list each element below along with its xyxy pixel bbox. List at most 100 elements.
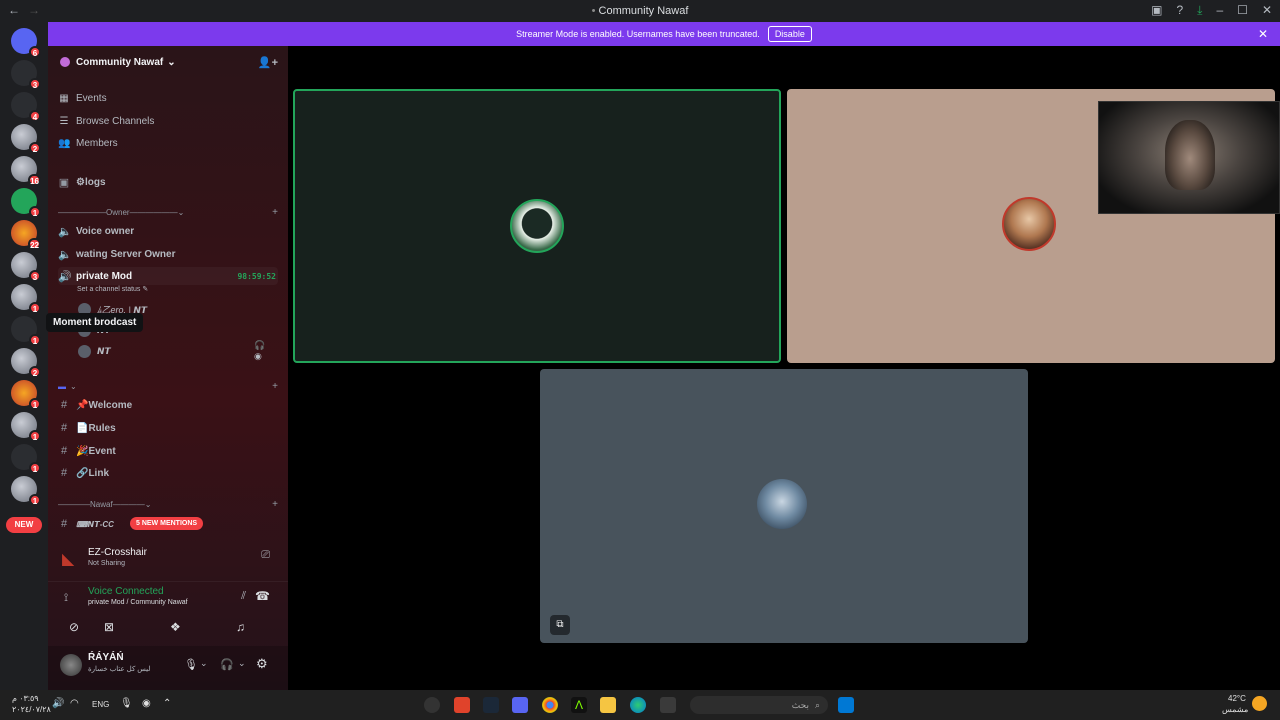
crosshair-logo-icon: ◣ bbox=[62, 551, 75, 568]
voice-connected-title[interactable]: Voice Connected bbox=[88, 586, 164, 597]
server-icon[interactable]: 3 bbox=[11, 60, 41, 90]
close-icon[interactable]: ✕ bbox=[1258, 27, 1268, 41]
streamer-mode-banner: Streamer Mode is enabled. Usernames have… bbox=[48, 22, 1280, 46]
help-icon[interactable]: ? bbox=[1176, 3, 1183, 18]
channel-link[interactable]: # 🔗Link bbox=[58, 464, 278, 482]
gear-icon[interactable]: ⚙ bbox=[256, 656, 268, 672]
avatar[interactable] bbox=[60, 654, 82, 676]
chevron-down-icon[interactable]: ⌄ bbox=[238, 658, 246, 669]
voice-user[interactable]: 𝙉𝙏 🎧◉ bbox=[78, 340, 265, 361]
edge-icon[interactable] bbox=[630, 697, 646, 713]
add-channel-icon[interactable]: + bbox=[272, 207, 278, 218]
close-window-icon[interactable]: ✕ bbox=[1262, 3, 1272, 18]
discord-icon[interactable] bbox=[512, 697, 528, 713]
category-line: —————— bbox=[129, 207, 178, 217]
chevron-down-icon[interactable]: ⌄ bbox=[200, 658, 208, 669]
notification-badge: 4 bbox=[29, 110, 41, 122]
server-icon[interactable]: 2 bbox=[11, 348, 41, 378]
disconnect-icon[interactable]: ☎ bbox=[255, 589, 270, 603]
minimize-icon[interactable]: – bbox=[1216, 3, 1223, 18]
voice-tile[interactable]: ⧉ bbox=[540, 369, 1028, 643]
weather-sun-icon[interactable] bbox=[1252, 696, 1267, 711]
share-screen-icon[interactable]: ⊠ bbox=[104, 620, 114, 634]
server-icon[interactable]: 1 bbox=[11, 444, 41, 474]
language-indicator[interactable]: ENG bbox=[92, 700, 109, 709]
home-button[interactable]: 6 bbox=[11, 28, 41, 58]
menu-events[interactable]: ▦ Events bbox=[58, 89, 106, 107]
app-icon[interactable] bbox=[454, 697, 470, 713]
app-icon[interactable]: Λ bbox=[571, 697, 587, 713]
taskbar-search[interactable]: بحث ⌕ bbox=[690, 696, 828, 714]
menu-members[interactable]: 👥 Members bbox=[58, 134, 118, 152]
channel-waiting-owner[interactable]: 🔈 wating Server Owner bbox=[58, 245, 278, 263]
new-unreads-pill[interactable]: NEW bbox=[6, 517, 42, 533]
channel-timer: 98:59:52 bbox=[237, 271, 276, 281]
invite-people-icon[interactable]: 👤+ bbox=[258, 56, 278, 69]
server-icon[interactable]: 1 bbox=[11, 316, 41, 346]
server-icon[interactable]: 1 bbox=[11, 284, 41, 314]
server-name: Community Nawaf bbox=[76, 56, 164, 68]
avatar bbox=[510, 199, 564, 253]
file-explorer-icon[interactable] bbox=[600, 697, 616, 713]
notification-badge: 1 bbox=[29, 206, 41, 218]
tray-app-icon[interactable]: ◉ bbox=[142, 698, 151, 709]
pop-out-icon[interactable]: ⧉ bbox=[550, 615, 570, 635]
download-icon[interactable]: ⤓ bbox=[1197, 3, 1202, 18]
category-nawaf[interactable]: ———— Nawaf ———— ⌄ + bbox=[58, 497, 278, 511]
server-icon[interactable]: 1 bbox=[11, 188, 41, 218]
inbox-icon[interactable]: ▣ bbox=[1151, 3, 1162, 18]
server-icon[interactable]: 4 bbox=[11, 92, 41, 122]
server-icon[interactable]: 1 bbox=[11, 412, 41, 442]
channel-voice-owner[interactable]: 🔈 Voice owner bbox=[58, 222, 278, 240]
channel-event[interactable]: # 🎉Event bbox=[58, 442, 278, 460]
channel-welcome[interactable]: # 📌Welcome bbox=[58, 396, 278, 414]
voice-connected-subtitle[interactable]: private Mod / Community Nawaf bbox=[88, 599, 188, 606]
hash-icon: # bbox=[60, 467, 68, 479]
channel-private-mod[interactable]: 🔊 private Mod 98:59:52 bbox=[58, 267, 278, 285]
noise-suppression-icon[interactable]: ⫽ bbox=[241, 590, 246, 603]
disable-button[interactable]: Disable bbox=[767, 26, 812, 42]
wifi-icon[interactable]: ◠ bbox=[70, 698, 79, 709]
camera-off-icon[interactable]: ⊘ bbox=[54, 620, 94, 634]
chevron-up-icon[interactable]: ⌃ bbox=[163, 698, 171, 709]
server-icon[interactable]: 1 bbox=[11, 380, 41, 410]
banner-text: Streamer Mode is enabled. Usernames have… bbox=[516, 29, 760, 39]
server-icon[interactable]: 1 bbox=[11, 476, 41, 506]
notification-badge: 1 bbox=[29, 334, 41, 346]
camera-preview[interactable] bbox=[1098, 101, 1280, 214]
screen-share-icon[interactable]: ⎚ bbox=[261, 549, 270, 562]
server-header[interactable]: Community Nawaf ⌄ 👤+ bbox=[48, 52, 288, 72]
app-icon[interactable] bbox=[660, 697, 676, 713]
app-icon[interactable] bbox=[424, 697, 440, 713]
server-icon[interactable]: 16 bbox=[11, 156, 41, 186]
add-channel-icon[interactable]: + bbox=[272, 499, 278, 510]
server-icon[interactable]: 22 bbox=[11, 220, 41, 250]
activities-icon[interactable]: ❖ bbox=[170, 620, 181, 634]
voice-tile-speaking[interactable] bbox=[293, 89, 781, 363]
mic-tray-icon[interactable]: 🎙 bbox=[120, 698, 133, 709]
speaker-icon: 🔈 bbox=[58, 225, 72, 238]
volume-icon[interactable]: 🔊 bbox=[52, 698, 64, 709]
add-channel-icon[interactable]: + bbox=[272, 381, 278, 392]
maximize-icon[interactable]: ☐ bbox=[1237, 3, 1248, 18]
headphones-icon[interactable]: 🎧 bbox=[220, 658, 234, 671]
menu-browse-channels[interactable]: ☰ Browse Channels bbox=[58, 112, 155, 130]
channel-rules[interactable]: # 📄Rules bbox=[58, 419, 278, 437]
microphone-icon[interactable]: 🎙 bbox=[184, 658, 198, 671]
server-icon[interactable]: 2 bbox=[11, 124, 41, 154]
category-unnamed[interactable]: ▬ ⌄ + bbox=[58, 379, 278, 393]
members-icon: 👥 bbox=[58, 137, 71, 149]
user-panel: ŔÁYÁŃ ليس كل عتاب خسارة 🎙 ⌄ 🎧 ⌄ ⚙ bbox=[48, 646, 288, 690]
new-mentions-pill[interactable]: 5 NEW MENTIONS bbox=[130, 517, 204, 530]
activity-panel: ◣ EZ-Crosshair Not Sharing ⎚ bbox=[48, 541, 288, 581]
windows-start-icon[interactable] bbox=[838, 697, 854, 713]
soundboard-icon[interactable]: ♫ bbox=[236, 620, 245, 634]
channel-status-hint[interactable]: Set a channel status ✎ bbox=[77, 285, 148, 293]
notification-badge: 3 bbox=[29, 270, 41, 282]
category-owner[interactable]: —————— Owner —————— ⌄ + bbox=[58, 205, 278, 219]
chrome-icon[interactable] bbox=[542, 697, 558, 713]
username[interactable]: ŔÁYÁŃ bbox=[88, 652, 124, 663]
server-icon[interactable]: 3 bbox=[11, 252, 41, 282]
steam-icon[interactable] bbox=[483, 697, 499, 713]
channel-logs[interactable]: ▣ ⚙logs bbox=[58, 173, 278, 191]
